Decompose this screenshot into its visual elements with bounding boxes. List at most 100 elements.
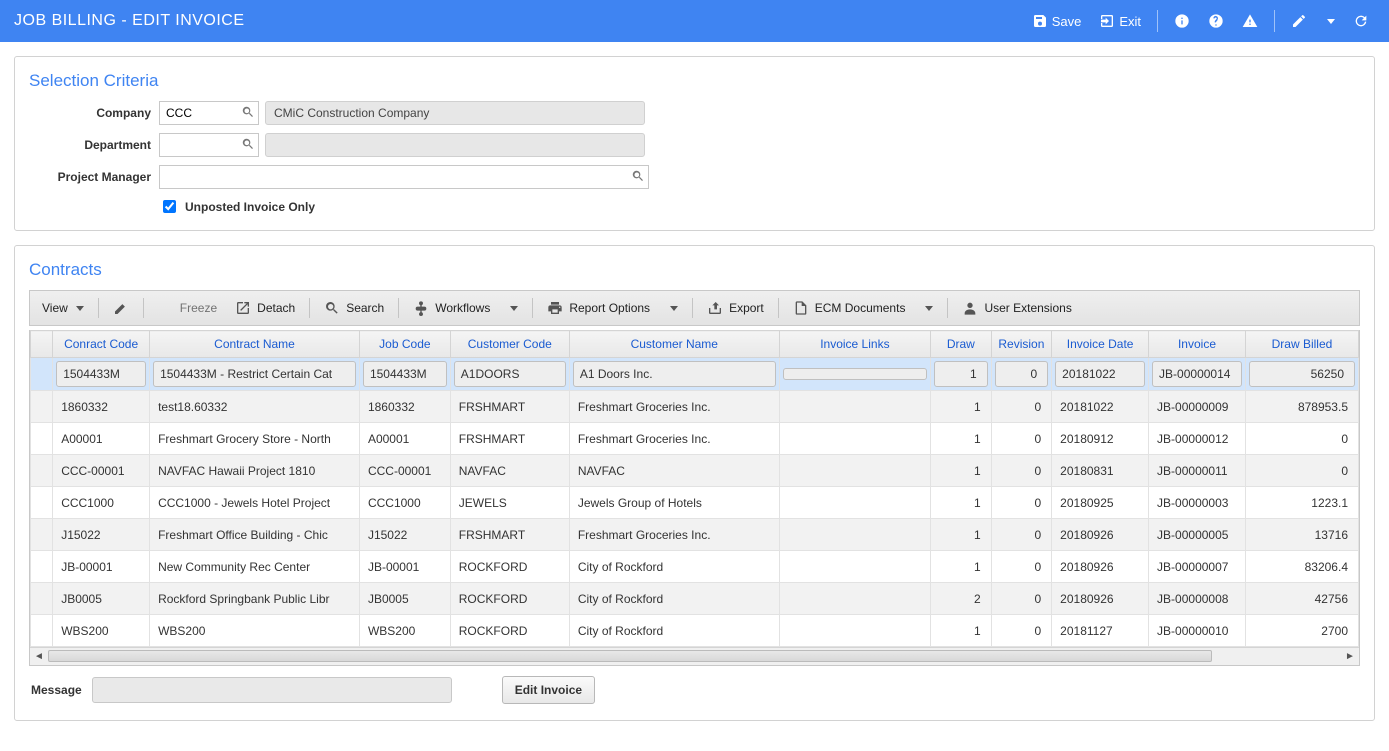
col-draw-billed[interactable]: Draw Billed bbox=[1245, 331, 1358, 358]
freeze-button[interactable]: Freeze bbox=[150, 295, 225, 321]
table-cell[interactable]: New Community Rec Center bbox=[150, 551, 360, 583]
table-cell[interactable]: JB-00000008 bbox=[1149, 583, 1246, 615]
table-cell[interactable]: 1 bbox=[931, 487, 992, 519]
table-cell[interactable]: 0 bbox=[1245, 455, 1358, 487]
search-icon[interactable] bbox=[631, 169, 645, 183]
table-cell[interactable]: 2700 bbox=[1245, 615, 1358, 647]
table-cell[interactable]: Freshmart Grocery Store - North bbox=[150, 423, 360, 455]
table-cell[interactable]: 1504433M bbox=[53, 358, 150, 391]
table-cell[interactable] bbox=[779, 583, 930, 615]
unposted-label[interactable]: Unposted Invoice Only bbox=[185, 200, 315, 214]
table-cell[interactable]: JB-00000010 bbox=[1149, 615, 1246, 647]
table-cell[interactable]: City of Rockford bbox=[569, 583, 779, 615]
table-cell[interactable]: Freshmart Groceries Inc. bbox=[569, 519, 779, 551]
table-cell[interactable]: Freshmart Office Building - Chic bbox=[150, 519, 360, 551]
table-cell[interactable]: Freshmart Groceries Inc. bbox=[569, 423, 779, 455]
table-cell[interactable]: 0 bbox=[991, 455, 1052, 487]
table-cell[interactable]: WBS200 bbox=[53, 615, 150, 647]
table-cell[interactable]: 0 bbox=[991, 487, 1052, 519]
col-invoice[interactable]: Invoice bbox=[1149, 331, 1246, 358]
table-cell[interactable]: 1860332 bbox=[359, 391, 450, 423]
ecm-documents-dropdown[interactable] bbox=[915, 301, 941, 316]
table-cell[interactable]: Rockford Springbank Public Libr bbox=[150, 583, 360, 615]
table-cell[interactable]: JB-00000009 bbox=[1149, 391, 1246, 423]
table-cell[interactable]: CCC1000 bbox=[359, 487, 450, 519]
search-icon[interactable] bbox=[241, 137, 255, 151]
table-cell[interactable]: A00001 bbox=[53, 423, 150, 455]
edit-invoice-button[interactable]: Edit Invoice bbox=[502, 676, 595, 704]
save-button[interactable]: Save bbox=[1026, 9, 1088, 33]
table-cell[interactable] bbox=[779, 391, 930, 423]
table-cell[interactable]: test18.60332 bbox=[150, 391, 360, 423]
table-cell[interactable]: City of Rockford bbox=[569, 551, 779, 583]
table-cell[interactable]: JB-00000003 bbox=[1149, 487, 1246, 519]
report-options-dropdown[interactable] bbox=[660, 301, 686, 316]
col-job-code[interactable]: Job Code bbox=[359, 331, 450, 358]
col-customer-code[interactable]: Customer Code bbox=[450, 331, 569, 358]
row-handle[interactable] bbox=[31, 358, 53, 391]
table-cell[interactable]: JB-00000005 bbox=[1149, 519, 1246, 551]
table-cell[interactable]: 20180926 bbox=[1052, 551, 1149, 583]
dropdown-button[interactable] bbox=[1319, 15, 1341, 28]
scroll-left-arrow[interactable]: ◄ bbox=[30, 648, 48, 665]
table-row[interactable]: A00001Freshmart Grocery Store - NorthA00… bbox=[31, 423, 1359, 455]
table-row[interactable]: CCC-00001NAVFAC Hawaii Project 1810CCC-0… bbox=[31, 455, 1359, 487]
table-cell[interactable]: ROCKFORD bbox=[450, 583, 569, 615]
table-cell[interactable]: JB-00001 bbox=[359, 551, 450, 583]
workflows-dropdown[interactable] bbox=[500, 301, 526, 316]
table-cell[interactable]: JB-00000012 bbox=[1149, 423, 1246, 455]
detach-button[interactable]: Detach bbox=[227, 295, 303, 321]
table-cell[interactable]: JB0005 bbox=[53, 583, 150, 615]
pm-input[interactable] bbox=[159, 165, 649, 189]
col-draw[interactable]: Draw bbox=[931, 331, 992, 358]
table-cell[interactable]: WBS200 bbox=[359, 615, 450, 647]
table-cell[interactable]: WBS200 bbox=[150, 615, 360, 647]
table-row[interactable]: 1860332test18.603321860332FRSHMARTFreshm… bbox=[31, 391, 1359, 423]
col-customer-name[interactable]: Customer Name bbox=[569, 331, 779, 358]
table-cell[interactable]: 0 bbox=[991, 615, 1052, 647]
table-cell[interactable]: 1504433M bbox=[359, 358, 450, 391]
table-cell[interactable]: 20180831 bbox=[1052, 455, 1149, 487]
table-cell[interactable] bbox=[779, 519, 930, 551]
table-cell[interactable]: 1 bbox=[931, 423, 992, 455]
alert-button[interactable] bbox=[1236, 9, 1264, 33]
scroll-right-arrow[interactable]: ► bbox=[1341, 648, 1359, 665]
table-cell[interactable]: ROCKFORD bbox=[450, 551, 569, 583]
table-cell[interactable]: 878953.5 bbox=[1245, 391, 1358, 423]
col-contract-name[interactable]: Contract Name bbox=[150, 331, 360, 358]
table-cell[interactable]: 20180912 bbox=[1052, 423, 1149, 455]
search-icon[interactable] bbox=[241, 105, 255, 119]
table-cell[interactable]: 20181127 bbox=[1052, 615, 1149, 647]
table-cell[interactable]: NAVFAC bbox=[450, 455, 569, 487]
row-handle[interactable] bbox=[31, 423, 53, 455]
row-handle[interactable] bbox=[31, 455, 53, 487]
row-handle[interactable] bbox=[31, 551, 53, 583]
row-handle[interactable] bbox=[31, 487, 53, 519]
table-cell[interactable]: J15022 bbox=[53, 519, 150, 551]
table-cell[interactable]: 0 bbox=[991, 358, 1052, 391]
row-handle[interactable] bbox=[31, 519, 53, 551]
table-cell[interactable]: 0 bbox=[991, 583, 1052, 615]
search-button[interactable]: Search bbox=[316, 295, 392, 321]
table-cell[interactable]: Freshmart Groceries Inc. bbox=[569, 391, 779, 423]
table-cell[interactable]: 1 bbox=[931, 358, 992, 391]
table-cell[interactable]: JB0005 bbox=[359, 583, 450, 615]
table-cell[interactable]: 1 bbox=[931, 519, 992, 551]
table-cell[interactable] bbox=[779, 487, 930, 519]
edit-button[interactable] bbox=[105, 295, 137, 321]
col-invoice-links[interactable]: Invoice Links bbox=[779, 331, 930, 358]
table-cell[interactable]: 1 bbox=[931, 391, 992, 423]
user-extensions-button[interactable]: User Extensions bbox=[954, 295, 1079, 321]
table-cell[interactable]: 1 bbox=[931, 551, 992, 583]
table-cell[interactable]: 0 bbox=[991, 423, 1052, 455]
table-cell[interactable]: 20181022 bbox=[1052, 391, 1149, 423]
table-cell[interactable]: 1223.1 bbox=[1245, 487, 1358, 519]
help-button[interactable] bbox=[1202, 9, 1230, 33]
table-cell[interactable]: JEWELS bbox=[450, 487, 569, 519]
table-cell[interactable]: 1860332 bbox=[53, 391, 150, 423]
table-cell[interactable]: 13716 bbox=[1245, 519, 1358, 551]
row-handle[interactable] bbox=[31, 583, 53, 615]
table-row[interactable]: JB0005Rockford Springbank Public LibrJB0… bbox=[31, 583, 1359, 615]
table-cell[interactable]: 20181022 bbox=[1052, 358, 1149, 391]
table-cell[interactable]: JB-00000011 bbox=[1149, 455, 1246, 487]
